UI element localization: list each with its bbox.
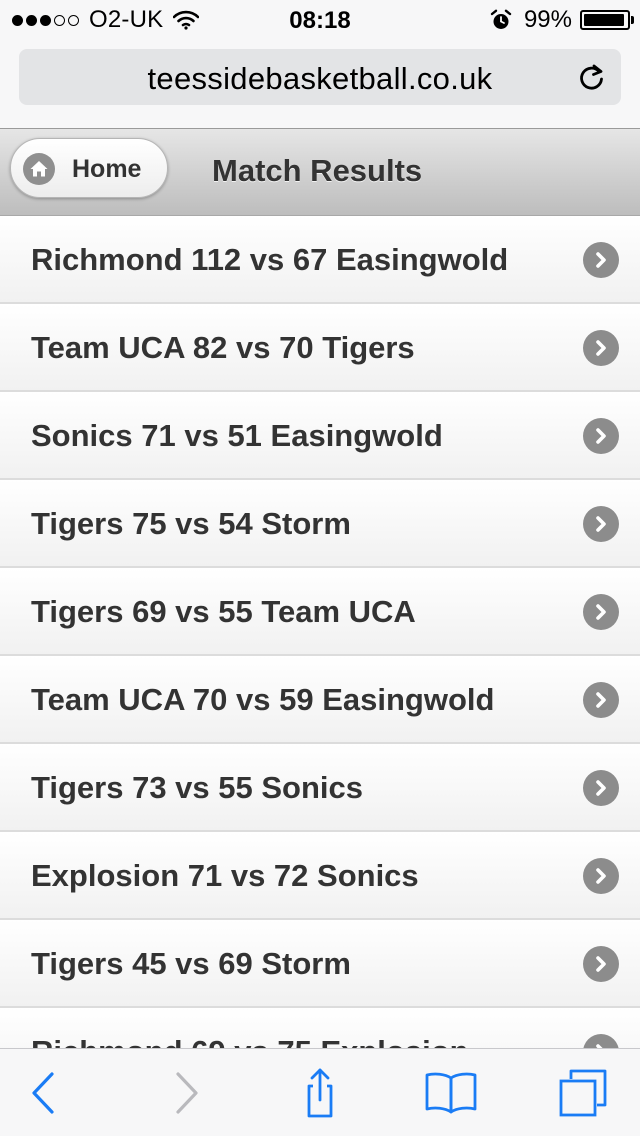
match-result-label: Sonics 71 vs 51 Easingwold bbox=[31, 418, 443, 453]
status-right: 99% bbox=[490, 6, 634, 33]
match-result-label: Tigers 75 vs 54 Storm bbox=[31, 506, 351, 541]
tabs-icon[interactable] bbox=[555, 1065, 611, 1121]
chevron-right-icon bbox=[583, 330, 619, 366]
list-item[interactable]: Tigers 45 vs 69 Storm bbox=[0, 920, 640, 1008]
chevron-right-icon bbox=[583, 858, 619, 894]
chevron-right-icon bbox=[583, 242, 619, 278]
list-item[interactable]: Explosion 71 vs 72 Sonics bbox=[0, 832, 640, 920]
bookmarks-icon[interactable] bbox=[423, 1065, 479, 1121]
battery-percentage: 99% bbox=[523, 6, 572, 33]
match-result-label: Tigers 45 vs 69 Storm bbox=[31, 946, 351, 981]
chevron-right-icon bbox=[583, 682, 619, 718]
list-item[interactable]: Tigers 75 vs 54 Storm bbox=[0, 480, 640, 568]
chevron-right-icon bbox=[583, 506, 619, 542]
address-bar[interactable]: teessidebasketball.co.uk bbox=[19, 49, 621, 105]
alarm-icon bbox=[490, 9, 512, 31]
share-icon[interactable] bbox=[292, 1065, 348, 1121]
browser-address-area: teessidebasketball.co.uk bbox=[0, 40, 640, 128]
chevron-right-icon bbox=[583, 1034, 619, 1048]
match-result-label: Richmond 69 vs 75 Explosion bbox=[31, 1034, 469, 1048]
list-item[interactable]: Team UCA 82 vs 70 Tigers bbox=[0, 304, 640, 392]
list-item[interactable]: Tigers 69 vs 55 Team UCA bbox=[0, 568, 640, 656]
home-button-label: Home bbox=[72, 155, 142, 183]
match-results-list: Richmond 112 vs 67 Easingwold Team UCA 8… bbox=[0, 216, 640, 1048]
battery-icon bbox=[580, 10, 634, 30]
match-result-label: Team UCA 82 vs 70 Tigers bbox=[31, 330, 415, 365]
match-result-label: Tigers 73 vs 55 Sonics bbox=[31, 770, 364, 805]
page-title: Match Results bbox=[212, 153, 423, 188]
chevron-right-icon bbox=[583, 418, 619, 454]
reload-icon[interactable] bbox=[577, 62, 607, 92]
list-item[interactable]: Richmond 112 vs 67 Easingwold bbox=[0, 216, 640, 304]
list-item[interactable]: Tigers 73 vs 55 Sonics bbox=[0, 744, 640, 832]
chevron-right-icon bbox=[583, 594, 619, 630]
match-result-label: Tigers 69 vs 55 Team UCA bbox=[31, 594, 416, 629]
match-result-label: Richmond 112 vs 67 Easingwold bbox=[31, 242, 509, 277]
forward-icon[interactable] bbox=[158, 1065, 214, 1121]
status-bar: O2-UK 08:18 99% bbox=[0, 0, 640, 40]
match-result-label: Explosion 71 vs 72 Sonics bbox=[31, 858, 419, 893]
url-text[interactable]: teessidebasketball.co.uk bbox=[19, 61, 621, 97]
chevron-right-icon bbox=[583, 946, 619, 982]
match-result-label: Team UCA 70 vs 59 Easingwold bbox=[31, 682, 495, 717]
back-icon[interactable] bbox=[16, 1065, 72, 1121]
home-icon bbox=[23, 153, 55, 185]
page-header: Home Match Results bbox=[0, 128, 640, 216]
browser-toolbar bbox=[0, 1048, 640, 1136]
list-item[interactable]: Richmond 69 vs 75 Explosion bbox=[0, 1008, 640, 1048]
chevron-right-icon bbox=[583, 770, 619, 806]
home-button[interactable]: Home bbox=[10, 138, 168, 198]
list-item[interactable]: Team UCA 70 vs 59 Easingwold bbox=[0, 656, 640, 744]
list-item[interactable]: Sonics 71 vs 51 Easingwold bbox=[0, 392, 640, 480]
